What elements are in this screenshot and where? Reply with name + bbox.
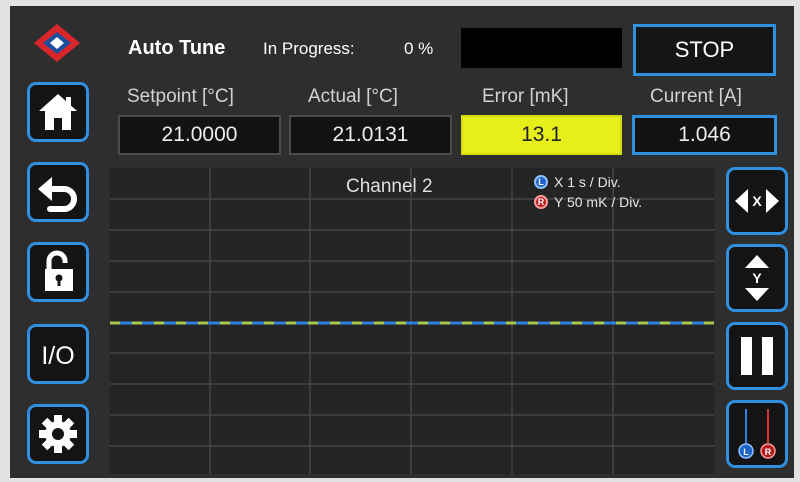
channel-select-icon: L R (738, 409, 776, 459)
actual-value: 21.0131 (289, 115, 452, 155)
setpoint-value[interactable]: 21.0000 (118, 115, 281, 155)
unlock-button[interactable] (27, 242, 89, 302)
x-scale-legend: L X 1 s / Div. (534, 174, 621, 190)
progress-value: 0 % (404, 39, 434, 58)
error-value: 13.1 (461, 115, 622, 155)
left-channel-letter: L (743, 447, 749, 457)
device-screen: I/O Auto Tune In Progress: 0 % STOP Setp… (10, 6, 794, 478)
trend-graph[interactable]: Channel 2 L X 1 s / Div. R Y 50 mK / Div… (110, 168, 714, 474)
left-axis-marker: L (534, 175, 548, 189)
settings-button[interactable] (27, 404, 89, 464)
pause-button[interactable] (726, 322, 788, 390)
x-scale-button[interactable]: X (726, 167, 788, 235)
setpoint-label: Setpoint [°C] (127, 86, 234, 107)
io-icon: I/O (41, 342, 74, 370)
progress-bar (461, 28, 622, 68)
gear-icon (39, 415, 77, 453)
home-icon (39, 94, 77, 130)
channel-label: Channel 2 (346, 176, 433, 197)
current-value: 1.046 (632, 115, 777, 155)
unlock-icon (45, 250, 73, 291)
channel-select-button[interactable]: L R (726, 400, 788, 468)
error-label: Error [mK] (482, 86, 569, 107)
stop-button[interactable]: STOP (633, 24, 776, 76)
current-label: Current [A] (650, 86, 742, 107)
y-scale-icon: Y (745, 255, 769, 301)
y-scale-letter: Y (752, 270, 762, 286)
right-channel-letter: R (765, 447, 772, 457)
io-label: I/O (41, 342, 74, 370)
home-button[interactable] (27, 82, 89, 142)
progress-label: In Progress: (263, 39, 355, 58)
actual-label: Actual [°C] (308, 86, 398, 107)
x-scale-text: X 1 s / Div. (554, 174, 621, 190)
logo-icon (32, 22, 82, 64)
y-scale-legend: R Y 50 mK / Div. (534, 194, 642, 210)
graph-grid (110, 168, 714, 474)
pause-icon (741, 337, 773, 375)
io-button[interactable]: I/O (27, 324, 89, 384)
mode-title: Auto Tune (128, 37, 226, 59)
y-scale-button[interactable]: Y (726, 244, 788, 312)
x-scale-letter: X (752, 193, 762, 209)
y-scale-text: Y 50 mK / Div. (554, 194, 643, 210)
x-scale-icon: X (735, 189, 779, 213)
back-button[interactable] (27, 162, 89, 222)
back-icon (38, 177, 77, 212)
right-axis-marker: R (534, 195, 548, 209)
